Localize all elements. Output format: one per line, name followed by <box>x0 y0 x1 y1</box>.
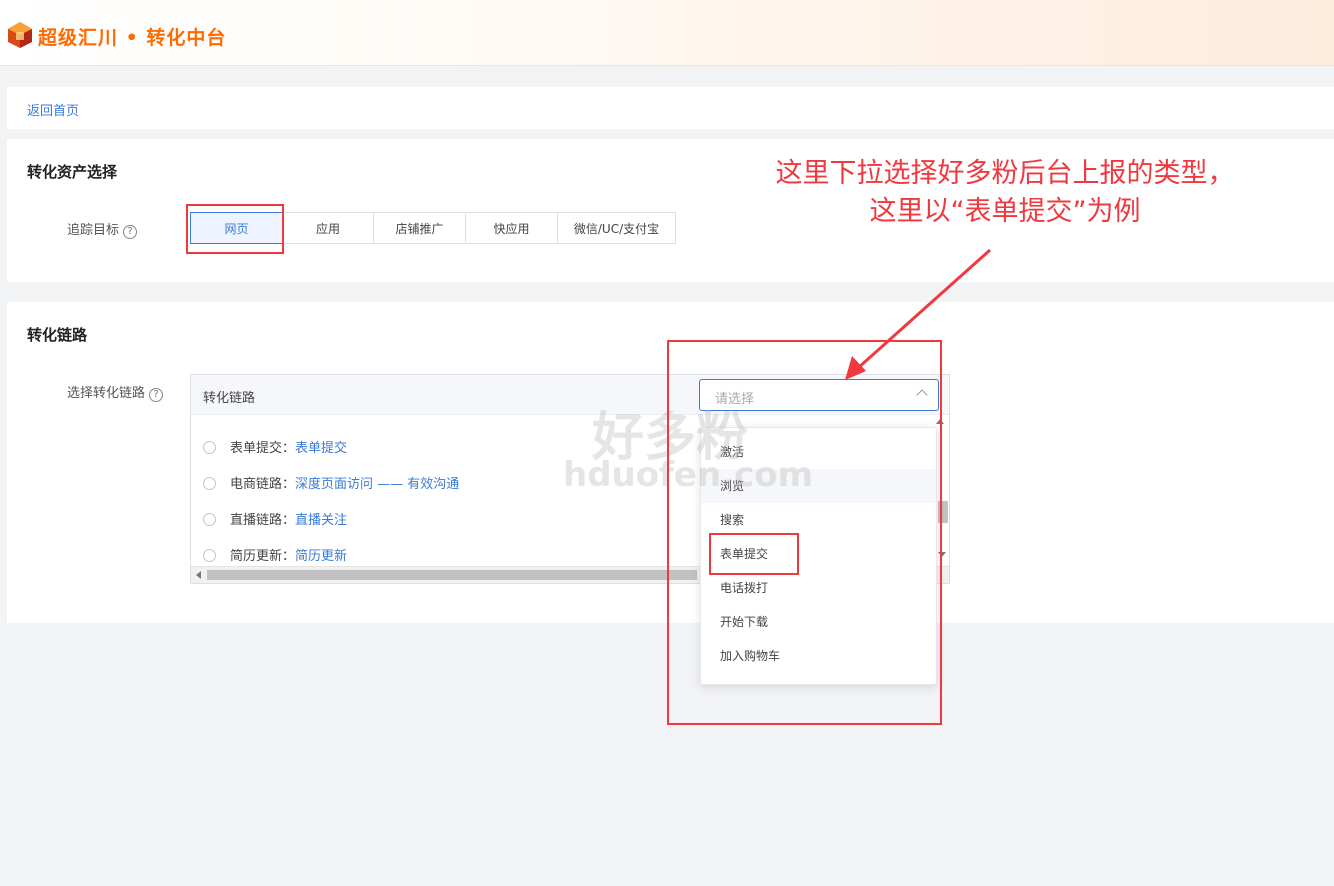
radio-button[interactable] <box>203 477 216 490</box>
track-target-label: 追踪目标? <box>67 219 138 239</box>
brand-title: 超级汇川 • 转化中台 <box>38 27 227 49</box>
back-home-link[interactable]: 返回首页 <box>27 100 79 119</box>
chain-section-title: 转化链路 <box>27 326 88 344</box>
asset-section-title: 转化资产选择 <box>27 163 118 181</box>
chain-select-label: 选择转化链路? <box>67 382 164 402</box>
top-header: 超级汇川 • 转化中台 <box>0 0 1334 66</box>
scroll-left-arrow-icon[interactable] <box>196 571 201 579</box>
tab-quick-app[interactable]: 快应用 <box>466 212 558 244</box>
back-card: 返回首页 <box>7 87 1334 129</box>
radio-button[interactable] <box>203 513 216 526</box>
scroll-thumb[interactable] <box>207 570 697 580</box>
tab-store-promo[interactable]: 店铺推广 <box>374 212 466 244</box>
annotation-box-form-submit <box>709 533 799 575</box>
help-icon[interactable]: ? <box>149 388 164 402</box>
radio-button[interactable] <box>203 549 216 562</box>
list-item[interactable]: 表单提交：表单提交 <box>203 437 347 457</box>
tab-app[interactable]: 应用 <box>283 212 374 244</box>
brand-logo-icon <box>8 22 32 48</box>
list-item[interactable]: 简历更新：简历更新 <box>203 545 347 565</box>
annotation-box-webpage <box>186 204 284 254</box>
tab-wechat-uc-alipay[interactable]: 微信/UC/支付宝 <box>558 212 676 244</box>
help-icon[interactable]: ? <box>123 225 138 239</box>
list-item[interactable]: 电商链路：深度页面访问 —— 有效沟通 <box>203 473 459 493</box>
annotation-text: 这里下拉选择好多粉后台上报的类型， 这里以“表单提交”为例 <box>775 158 1235 227</box>
list-item[interactable]: 直播链路：直播关注 <box>203 509 347 529</box>
radio-button[interactable] <box>203 441 216 454</box>
chain-header-label: 转化链路 <box>203 391 256 406</box>
